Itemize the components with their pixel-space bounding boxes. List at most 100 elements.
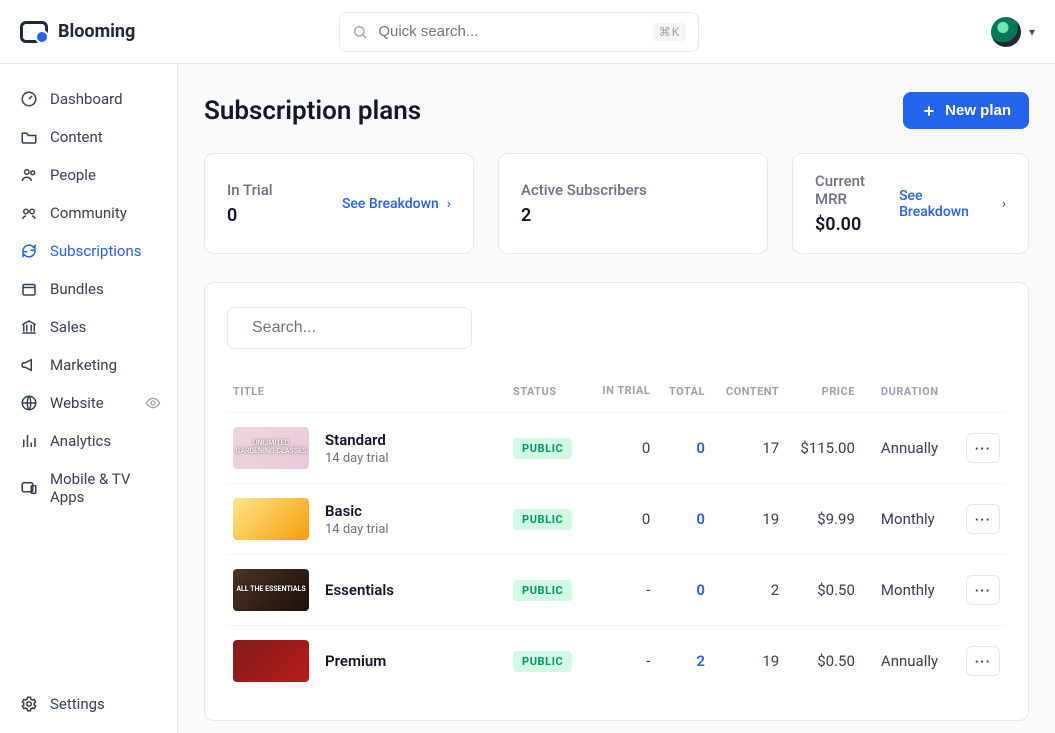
new-plan-button[interactable]: New plan <box>903 92 1029 129</box>
content-cell: 17 <box>711 413 785 484</box>
content-cell: 2 <box>711 555 785 626</box>
page-header: Subscription plans New plan <box>204 92 1029 129</box>
quick-search-wrap: ⌘K <box>339 12 699 52</box>
eye-icon[interactable] <box>145 395 161 411</box>
sidebar-item-community[interactable]: Community <box>14 196 167 230</box>
table-search[interactable] <box>227 307 472 349</box>
quick-search-input[interactable] <box>378 23 642 40</box>
duration-cell: Annually <box>861 413 956 484</box>
avatar[interactable] <box>991 17 1021 47</box>
col-total: TOTAL <box>656 377 711 413</box>
sidebar-item-content[interactable]: Content <box>14 120 167 154</box>
in-trial-cell: - <box>588 555 656 626</box>
sidebar-item-label: Bundles <box>50 280 104 298</box>
plan-thumbnail: UNLIMITED GARDENING CLASSES <box>233 427 309 469</box>
sidebar-item-website[interactable]: Website <box>14 386 167 420</box>
row-more-button[interactable]: ··· <box>966 433 1000 463</box>
total-cell[interactable]: 0 <box>696 510 705 528</box>
people-icon <box>20 166 38 184</box>
total-cell[interactable]: 0 <box>696 581 705 599</box>
plan-name: Premium <box>325 652 386 670</box>
sidebar-item-label: Content <box>50 128 103 146</box>
sidebar-item-settings[interactable]: Settings <box>14 687 167 721</box>
table-row[interactable]: Basic 14 day trial PUBLIC 0 0 19 $9.99 M… <box>227 484 1006 555</box>
total-cell[interactable]: 0 <box>696 439 705 457</box>
brand[interactable]: Blooming <box>20 21 135 43</box>
active-subscribers-card: Active Subscribers 2 <box>498 153 768 254</box>
sidebar-item-label: Subscriptions <box>50 242 141 260</box>
quick-search[interactable]: ⌘K <box>339 12 699 52</box>
sidebar-item-label: Analytics <box>50 432 111 450</box>
sidebar-item-label: Marketing <box>50 356 117 374</box>
plan-name: Essentials <box>325 581 394 599</box>
in-trial-card: In Trial 0 See Breakdown › <box>204 153 474 254</box>
sidebar-item-marketing[interactable]: Marketing <box>14 348 167 382</box>
gear-icon <box>20 695 38 713</box>
sidebar-item-analytics[interactable]: Analytics <box>14 424 167 458</box>
duration-cell: Monthly <box>861 555 956 626</box>
sidebar: Dashboard Content People Community Subsc… <box>0 64 178 733</box>
row-more-button[interactable]: ··· <box>966 575 1000 605</box>
sidebar-item-dashboard[interactable]: Dashboard <box>14 82 167 116</box>
row-more-button[interactable]: ··· <box>966 504 1000 534</box>
active-subs-label: Active Subscribers <box>521 181 647 199</box>
sidebar-item-bundles[interactable]: Bundles <box>14 272 167 306</box>
topbar: Blooming ⌘K ▾ <box>0 0 1055 64</box>
status-badge: PUBLIC <box>513 509 572 530</box>
sidebar-item-label: Sales <box>50 318 86 336</box>
status-badge: PUBLIC <box>513 651 572 672</box>
search-icon <box>352 24 368 40</box>
total-cell[interactable]: 2 <box>696 652 705 670</box>
plan-thumbnail <box>233 498 309 540</box>
sidebar-item-subscriptions[interactable]: Subscriptions <box>14 234 167 268</box>
plan-thumbnail: ALL THE ESSENTIALS <box>233 569 309 611</box>
sidebar-item-people[interactable]: People <box>14 158 167 192</box>
duration-cell: Monthly <box>861 484 956 555</box>
mrr-label: Current MRR <box>815 172 899 208</box>
sidebar-item-sales[interactable]: Sales <box>14 310 167 344</box>
plans-panel: TITLE STATUS IN TRIAL TOTAL CONTENT PRIC… <box>204 282 1029 721</box>
status-badge: PUBLIC <box>513 580 572 601</box>
status-badge: PUBLIC <box>513 438 572 459</box>
sidebar-item-label: Mobile & TV Apps <box>50 470 161 506</box>
sidebar-item-label: Dashboard <box>50 90 123 108</box>
plan-name: Basic <box>325 502 389 520</box>
package-icon <box>20 280 38 298</box>
active-subs-value: 2 <box>521 205 647 226</box>
account-dropdown-icon[interactable]: ▾ <box>1029 25 1035 39</box>
sidebar-item-label: Website <box>50 394 104 412</box>
in-trial-value: 0 <box>227 205 273 226</box>
table-search-input[interactable] <box>252 319 459 337</box>
bank-icon <box>20 318 38 336</box>
table-row[interactable]: ALL THE ESSENTIALS Essentials PUBLIC - 0… <box>227 555 1006 626</box>
plus-icon <box>921 103 937 119</box>
plan-thumbnail <box>233 640 309 682</box>
row-more-button[interactable]: ··· <box>966 646 1000 676</box>
plan-subtitle: 14 day trial <box>325 451 389 466</box>
mrr-breakdown-link[interactable]: See Breakdown › <box>899 188 1006 220</box>
col-duration: DURATION <box>861 377 956 413</box>
new-plan-label: New plan <box>945 102 1011 119</box>
duration-cell: Annually <box>861 626 956 697</box>
sidebar-nav: Dashboard Content People Community Subsc… <box>14 82 167 514</box>
quick-search-shortcut: ⌘K <box>653 23 687 41</box>
table-row[interactable]: UNLIMITED GARDENING CLASSES Standard 14 … <box>227 413 1006 484</box>
in-trial-breakdown-link[interactable]: See Breakdown › <box>342 196 451 212</box>
sidebar-item-mobile-tv[interactable]: Mobile & TV Apps <box>14 462 167 514</box>
sidebar-item-label: Settings <box>50 695 105 713</box>
community-icon <box>20 204 38 222</box>
col-title: TITLE <box>227 377 507 413</box>
sidebar-item-label: People <box>50 166 96 184</box>
table-row[interactable]: Premium PUBLIC - 2 19 $0.50 Annually ··· <box>227 626 1006 697</box>
plan-name: Standard <box>325 431 389 449</box>
topbar-right: ▾ <box>991 17 1035 47</box>
search-icon <box>240 319 242 337</box>
price-cell: $0.50 <box>785 555 861 626</box>
sidebar-item-label: Community <box>50 204 127 222</box>
refresh-icon <box>20 242 38 260</box>
in-trial-cell: 0 <box>588 413 656 484</box>
brand-logo-icon <box>20 21 48 43</box>
folder-icon <box>20 128 38 146</box>
chevron-right-icon: › <box>447 196 451 212</box>
chart-icon <box>20 432 38 450</box>
